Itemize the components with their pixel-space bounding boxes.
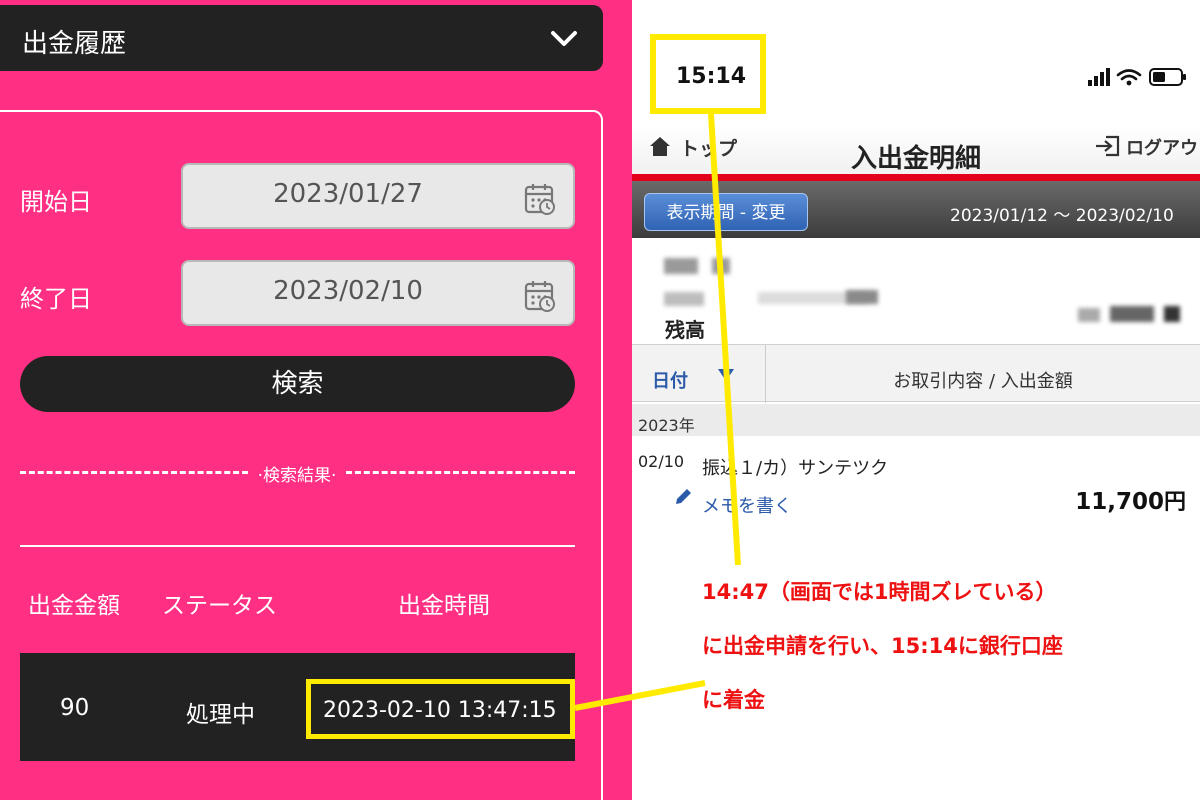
redacted-balance: [1164, 306, 1180, 322]
period-range: 2023/01/12 ～ 2023/02/10: [950, 206, 1174, 226]
redacted-balance: [1110, 306, 1154, 322]
chevron-down-icon[interactable]: [549, 29, 579, 49]
start-date-label: 開始日: [20, 188, 92, 216]
redacted-account: [846, 290, 878, 304]
change-period-button[interactable]: 表示期間 - 変更: [644, 193, 808, 231]
logout-link[interactable]: ログアウト: [1126, 134, 1200, 160]
sort-arrow-icon[interactable]: [718, 369, 734, 381]
column-header-amount: 出金金額: [28, 593, 120, 619]
end-date-label: 終了日: [20, 285, 92, 313]
results-separator: [20, 545, 575, 547]
withdrawal-history-panel: 出金履歴 開始日 2023/01/27 終了日 2023/02/10 検索 ·検…: [0, 0, 632, 800]
battery-icon: [1149, 68, 1186, 86]
annotation-line-2: に出金申請を行い、15:14に銀行口座: [702, 634, 1063, 658]
nav-bar: トップ 入出金明細 ログアウト: [632, 126, 1200, 176]
row-status: 処理中: [186, 702, 255, 728]
start-date-field[interactable]: 2023/01/27: [181, 163, 575, 229]
column-header-time: 出金時間: [398, 593, 490, 619]
amount-value: 11,700: [1075, 489, 1164, 515]
write-memo-link[interactable]: メモを書く: [702, 492, 792, 518]
content-header: お取引内容 / 入出金額: [893, 371, 1073, 392]
redacted-account: [712, 258, 730, 274]
withdrawal-history-title: 出金履歴: [22, 29, 127, 59]
signal-icon: [1088, 68, 1110, 86]
column-header-status: ステータス: [162, 593, 277, 619]
search-results-label: ·検索結果·: [257, 466, 337, 486]
annotation-line-1: 14:47（画面では1時間ズレている）: [702, 580, 1057, 604]
balance-label: 残高: [665, 318, 705, 342]
annotation-line-3: に着金: [702, 688, 765, 712]
end-date-field[interactable]: 2023/02/10: [181, 260, 575, 326]
logout-icon[interactable]: [1094, 134, 1122, 158]
bank-statement-panel: 15:14 トップ 入出金明細 ログアウト: [632, 0, 1200, 800]
currency-label: 円: [1163, 490, 1186, 515]
year-label: 2023年: [638, 416, 695, 435]
search-button[interactable]: 検索: [20, 356, 575, 412]
nav-accent-strip: [632, 174, 1200, 181]
redacted-account: [664, 258, 698, 274]
status-bar-time: 15:14: [676, 64, 747, 89]
date-sort-header[interactable]: 日付: [652, 367, 688, 393]
calendar-icon[interactable]: [523, 279, 557, 313]
wifi-icon: [1116, 69, 1142, 86]
calendar-icon[interactable]: [523, 182, 557, 216]
pencil-icon[interactable]: [672, 486, 694, 508]
row-amount: 90: [60, 695, 90, 721]
statement-table-header: 日付 お取引内容 / 入出金額: [632, 344, 1200, 403]
transaction-description: 振込１/カ）サンテツク: [702, 458, 889, 479]
table-row[interactable]: 90 処理中 2023-02-10 13:47:15: [20, 653, 575, 761]
redacted-account: [664, 292, 704, 306]
row-time: 2023-02-10 13:47:15: [323, 698, 557, 723]
end-date-value: 2023/02/10: [273, 276, 423, 306]
highlighted-withdrawal-time: 2023-02-10 13:47:15: [306, 679, 575, 739]
start-date-value: 2023/01/27: [273, 179, 423, 209]
results-divider-left: [20, 471, 248, 474]
redacted-balance: [1078, 308, 1100, 322]
transaction-amount: 11,700円: [1052, 484, 1186, 516]
withdrawal-history-header[interactable]: 出金履歴: [0, 5, 603, 71]
period-bar: 表示期間 - 変更 2023/01/12 ～ 2023/02/10: [632, 181, 1200, 238]
transaction-date: 02/10: [638, 452, 685, 471]
results-divider-right: [346, 471, 575, 474]
account-info: 残高: [632, 238, 1200, 344]
year-row: 2023年: [632, 404, 1200, 436]
status-icons: [1088, 68, 1186, 86]
